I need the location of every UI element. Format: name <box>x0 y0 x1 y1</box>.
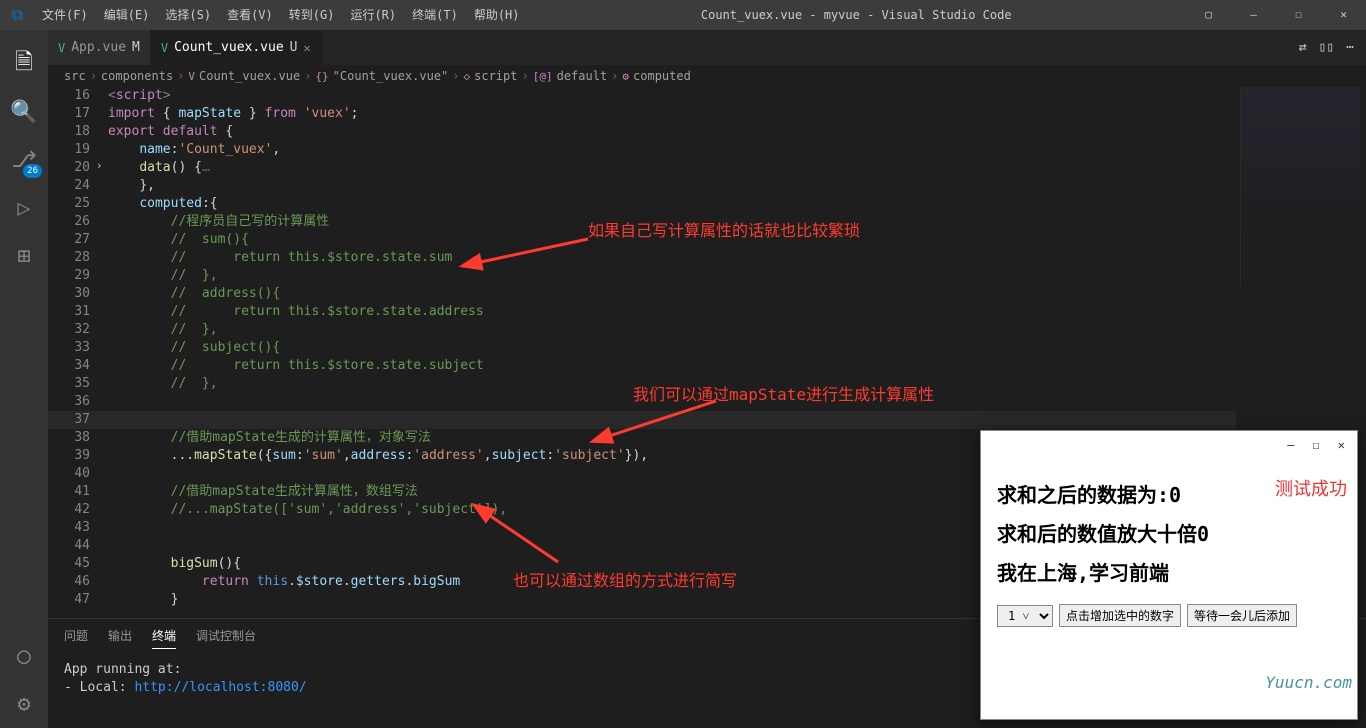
panel-tab[interactable]: 终端 <box>152 623 176 649</box>
tab-modifier: U <box>290 40 298 55</box>
maximize-button[interactable]: ☐ <box>1276 0 1321 30</box>
minimize-button[interactable]: ― <box>1231 0 1276 30</box>
browser-maximize-icon[interactable]: ☐ <box>1313 438 1320 452</box>
menu-item[interactable]: 查看(V) <box>220 0 280 30</box>
vue-icon: V <box>161 41 168 55</box>
fold-icon[interactable]: › <box>96 159 103 172</box>
menu-bar: 文件(F)编辑(E)选择(S)查看(V)转到(G)运行(R)终端(T)帮助(H) <box>35 0 527 30</box>
location-heading: 我在上海,学习前端 <box>997 557 1341 586</box>
breadcrumb-item[interactable]: components <box>101 69 173 83</box>
breadcrumb[interactable]: src›components›VCount_vuex.vue›{}"Count_… <box>48 65 1366 87</box>
breadcrumb-icon: {} <box>315 70 328 83</box>
breadcrumb-item[interactable]: src <box>64 69 86 83</box>
source-control-icon[interactable]: ⎇26 <box>0 136 48 184</box>
breadcrumb-item[interactable]: computed <box>633 69 691 83</box>
breadcrumb-item[interactable]: "Count_vuex.vue" <box>333 69 449 83</box>
panel-tab[interactable]: 调试控制台 <box>196 623 256 649</box>
more-icon[interactable]: ⋯ <box>1346 40 1354 55</box>
browser-close-icon[interactable]: ✕ <box>1338 438 1345 452</box>
panel-tab[interactable]: 问题 <box>64 623 88 649</box>
menu-item[interactable]: 运行(R) <box>343 0 403 30</box>
close-button[interactable]: ✕ <box>1321 0 1366 30</box>
layout-icon[interactable]: ▢ <box>1186 0 1231 30</box>
number-select[interactable]: 1 ˅ <box>997 605 1053 627</box>
breadcrumb-item[interactable]: default <box>557 69 608 83</box>
editor-tab[interactable]: V Count_vuex.vue U ✕ <box>151 30 322 65</box>
breadcrumb-icon: ⚙ <box>622 70 629 83</box>
account-icon[interactable]: ◯ <box>0 632 48 680</box>
menu-item[interactable]: 终端(T) <box>405 0 465 30</box>
minimap[interactable] <box>1240 87 1360 287</box>
editor-tabs: V App.vue M V Count_vuex.vue U ✕ ⇄ ▯▯ ⋯ <box>48 30 1366 65</box>
compare-icon[interactable]: ⇄ <box>1299 40 1307 55</box>
split-editor-icon[interactable]: ▯▯ <box>1319 40 1335 55</box>
test-success-badge: 测试成功 <box>1275 475 1347 501</box>
menu-item[interactable]: 编辑(E) <box>97 0 157 30</box>
panel-tab[interactable]: 输出 <box>108 623 132 649</box>
arrow-3-icon <box>478 507 578 567</box>
editor-tab[interactable]: V App.vue M <box>48 30 151 65</box>
window-title: Count_vuex.vue - myvue - Visual Studio C… <box>527 8 1187 22</box>
browser-controls: 1 ˅ 点击增加选中的数字 等待一会儿后添加 <box>997 604 1341 627</box>
breadcrumb-item[interactable]: script <box>474 69 517 83</box>
bigsum-heading: 求和后的数值放大十倍0 <box>997 518 1341 547</box>
menu-item[interactable]: 文件(F) <box>35 0 95 30</box>
tab-label: Count_vuex.vue <box>174 40 284 55</box>
local-url[interactable]: http://localhost:8080/ <box>134 680 306 695</box>
vue-icon: V <box>58 41 65 55</box>
breadcrumb-icon: ◇ <box>464 70 471 83</box>
search-icon[interactable]: 🔍 <box>0 88 48 136</box>
run-debug-icon[interactable]: ▷ <box>0 184 48 232</box>
close-tab-icon[interactable]: ✕ <box>304 41 311 55</box>
menu-item[interactable]: 帮助(H) <box>467 0 527 30</box>
breadcrumb-icon: [@] <box>533 70 553 83</box>
arrow-1-icon <box>468 235 598 275</box>
breadcrumb-item[interactable]: Count_vuex.vue <box>199 69 300 83</box>
tab-actions: ⇄ ▯▯ ⋯ <box>1287 30 1366 65</box>
tab-label: App.vue <box>71 40 126 55</box>
menu-item[interactable]: 转到(G) <box>282 0 342 30</box>
extensions-icon[interactable]: ⊞ <box>0 232 48 280</box>
menu-item[interactable]: 选择(S) <box>158 0 218 30</box>
title-bar: ⧉ 文件(F)编辑(E)选择(S)查看(V)转到(G)运行(R)终端(T)帮助(… <box>0 0 1366 30</box>
add-button[interactable]: 点击增加选中的数字 <box>1059 604 1181 627</box>
settings-gear-icon[interactable]: ⚙ <box>0 680 48 728</box>
breadcrumb-icon: V <box>188 70 195 83</box>
arrow-2-icon <box>598 397 728 447</box>
activity-bar: 🗎 🔍 ⎇26 ▷ ⊞ ◯ ⚙ <box>0 30 48 728</box>
tab-modifier: M <box>132 40 140 55</box>
browser-minimize-icon[interactable]: ― <box>1287 438 1294 452</box>
explorer-icon[interactable]: 🗎 <box>0 40 48 88</box>
window-controls: ▢ ― ☐ ✕ <box>1186 0 1366 30</box>
browser-titlebar: ― ☐ ✕ <box>981 431 1357 459</box>
vscode-logo-icon: ⧉ <box>0 5 35 25</box>
scm-badge: 26 <box>23 164 42 178</box>
watermark: Yuucn.com <box>1265 673 1352 692</box>
wait-add-button[interactable]: 等待一会儿后添加 <box>1187 604 1297 627</box>
